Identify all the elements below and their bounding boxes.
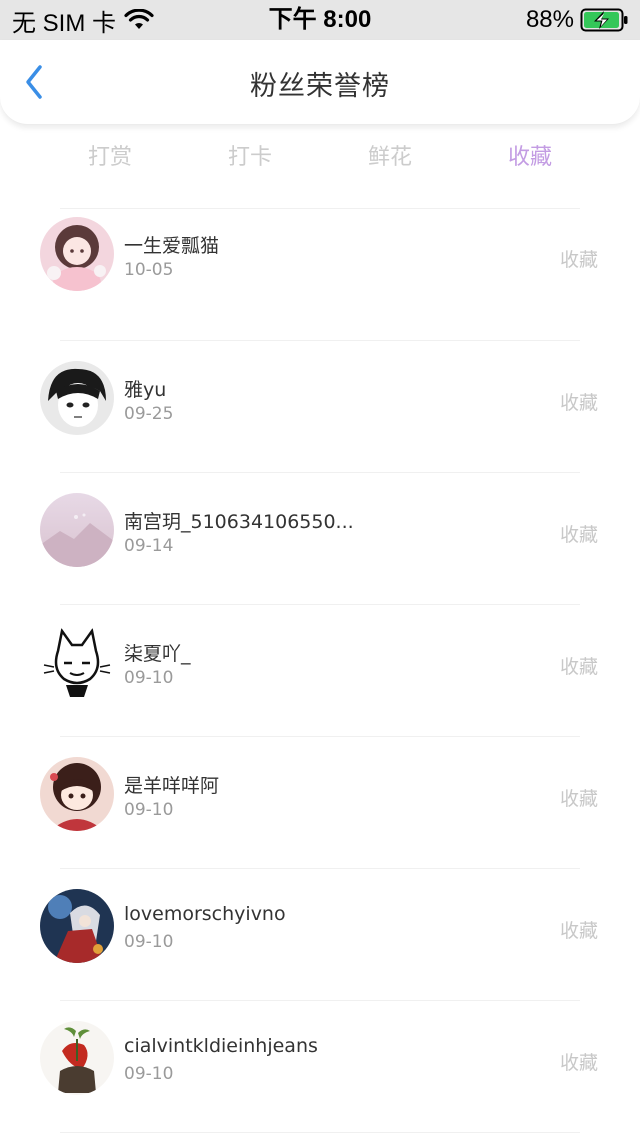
favorite-label: 收藏 — [559, 524, 598, 546]
favorite-label: 收藏 — [559, 392, 598, 414]
avatar — [40, 361, 114, 435]
list-divider — [60, 1132, 580, 1133]
favorite-label: 收藏 — [559, 249, 598, 271]
list-item[interactable]: 南宫玥_510634106550... 09-14 收藏 — [0, 473, 640, 604]
tab-bar: 打赏 打卡 鲜花 收藏 — [0, 136, 640, 180]
user-name: 南宫玥_510634106550... — [124, 511, 354, 533]
avatar — [40, 625, 114, 699]
avatar — [40, 757, 114, 831]
tab-reward[interactable]: 打赏 — [40, 136, 180, 180]
user-name: 柒夏吖_ — [124, 643, 191, 665]
avatar — [40, 1021, 114, 1095]
status-right: 88% — [526, 0, 630, 40]
fan-list: 一生爱瓢猫 10-05 收藏 雅yu 09-25 收藏 南宫玥_51063410… — [0, 208, 640, 1133]
avatar — [40, 217, 114, 291]
list-item[interactable]: 柒夏吖_ 09-10 收藏 — [0, 605, 640, 736]
user-name: cialvintkldieinhjeans — [124, 1035, 318, 1057]
user-name: 雅yu — [124, 379, 167, 401]
list-item[interactable]: 一生爱瓢猫 10-05 收藏 — [0, 209, 640, 340]
status-bar: 无 SIM 卡 下午 8:00 88% — [0, 0, 640, 40]
user-name: lovemorschyivno — [124, 903, 286, 925]
user-date: 09-10 — [124, 932, 174, 952]
list-item[interactable]: lovemorschyivno 09-10 收藏 — [0, 869, 640, 1000]
list-item[interactable]: cialvintkldieinhjeans 09-10 收藏 — [0, 1001, 640, 1132]
user-date: 09-25 — [124, 404, 174, 424]
favorite-label: 收藏 — [559, 656, 598, 678]
user-name: 一生爱瓢猫 — [124, 235, 220, 257]
page-title: 粉丝荣誉榜 — [250, 71, 390, 102]
favorite-label: 收藏 — [559, 920, 598, 942]
tab-flowers[interactable]: 鲜花 — [320, 136, 460, 180]
user-date: 09-10 — [124, 800, 174, 820]
user-date: 09-10 — [124, 1064, 174, 1084]
user-date: 10-05 — [124, 260, 174, 280]
user-date: 09-14 — [124, 536, 174, 556]
user-name: 是羊咩咩阿 — [124, 775, 220, 797]
nav-header: 粉丝荣誉榜 — [0, 40, 640, 125]
battery-charging-icon — [580, 8, 630, 32]
battery-percentage: 88% — [525, 6, 574, 33]
list-item[interactable]: 是羊咩咩阿 09-10 收藏 — [0, 737, 640, 868]
user-date: 09-10 — [124, 668, 174, 688]
avatar — [40, 889, 114, 963]
tab-checkin[interactable]: 打卡 — [180, 136, 320, 180]
list-item[interactable]: 雅yu 09-25 收藏 — [0, 341, 640, 472]
tab-favorites[interactable]: 收藏 — [460, 136, 600, 180]
avatar — [40, 493, 114, 567]
favorite-label: 收藏 — [559, 1052, 598, 1074]
favorite-label: 收藏 — [559, 788, 598, 810]
